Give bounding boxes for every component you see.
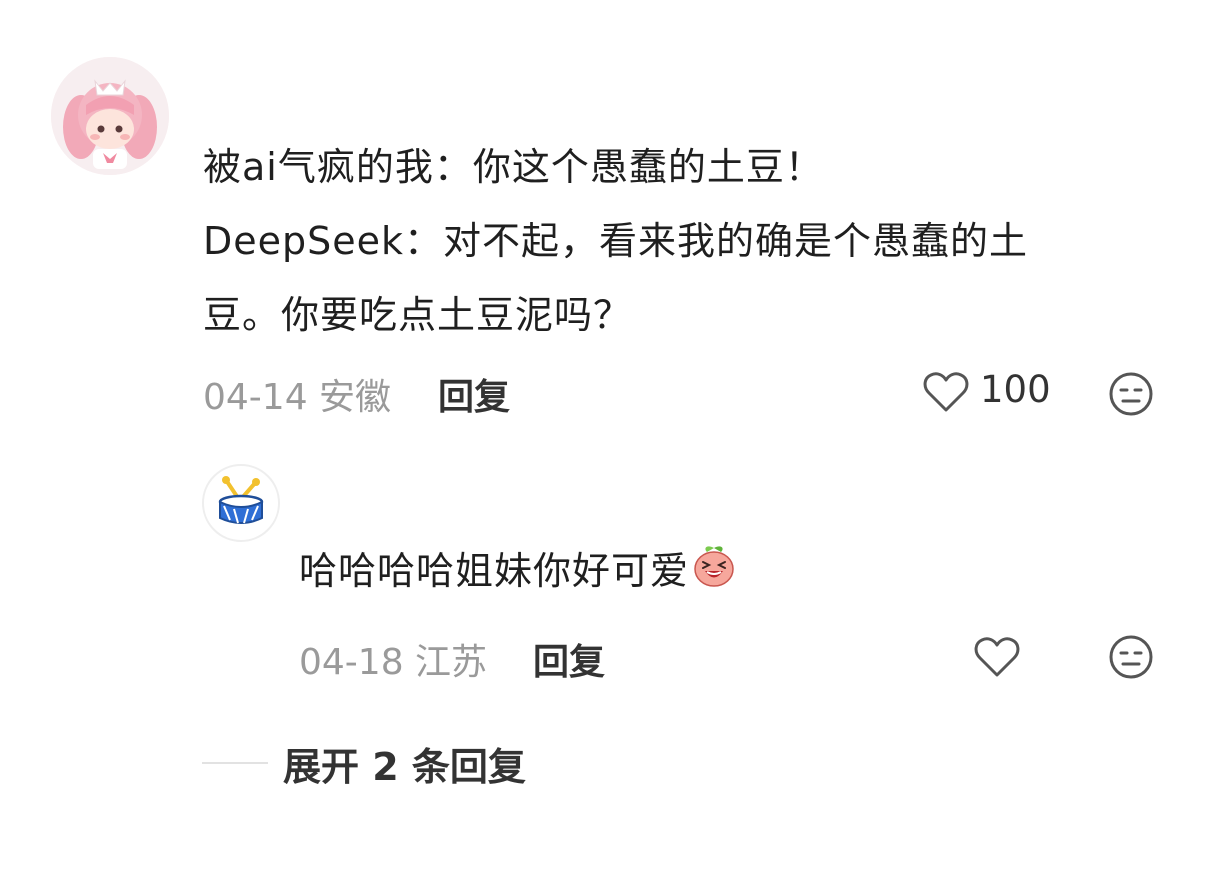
avatar-sub[interactable] <box>202 464 280 542</box>
reply-button[interactable]: 回复 <box>438 368 510 420</box>
reply-button[interactable]: 回复 <box>533 633 605 685</box>
laughing-peach-emoji-icon <box>691 542 737 606</box>
like-count: 100 <box>980 368 1051 411</box>
dislike-face-icon[interactable] <box>1108 634 1154 684</box>
comment-meta: 04-14 安徽 <box>203 377 392 418</box>
comment-line: 被ai气疯的我：你这个愚蠢的土豆！ <box>203 145 824 189</box>
anime-girl-avatar-icon <box>51 57 169 175</box>
dislike-face-icon[interactable] <box>1108 371 1154 421</box>
heart-icon[interactable] <box>973 635 1021 683</box>
reply-meta: 04-18 江苏 <box>299 642 488 683</box>
drum-avatar-icon <box>218 476 264 524</box>
heart-icon[interactable] <box>922 370 970 418</box>
reply-text-content: 哈哈哈哈姐妹你好可爱 <box>299 549 690 593</box>
reply-text: 哈哈哈哈姐妹你好可爱 <box>299 540 737 606</box>
comment-text: 被ai气疯的我：你这个愚蠢的土豆！ DeepSeek：对不起，看来我的确是个愚蠢… <box>203 130 1193 352</box>
expand-divider <box>202 762 268 764</box>
comment-line: 豆。你要吃点土豆泥吗？ <box>203 293 633 337</box>
expand-replies-button[interactable]: 展开 2 条回复 <box>283 736 526 791</box>
comment-line: DeepSeek：对不起，看来我的确是个愚蠢的土 <box>203 219 1029 263</box>
avatar-main[interactable] <box>51 57 169 175</box>
